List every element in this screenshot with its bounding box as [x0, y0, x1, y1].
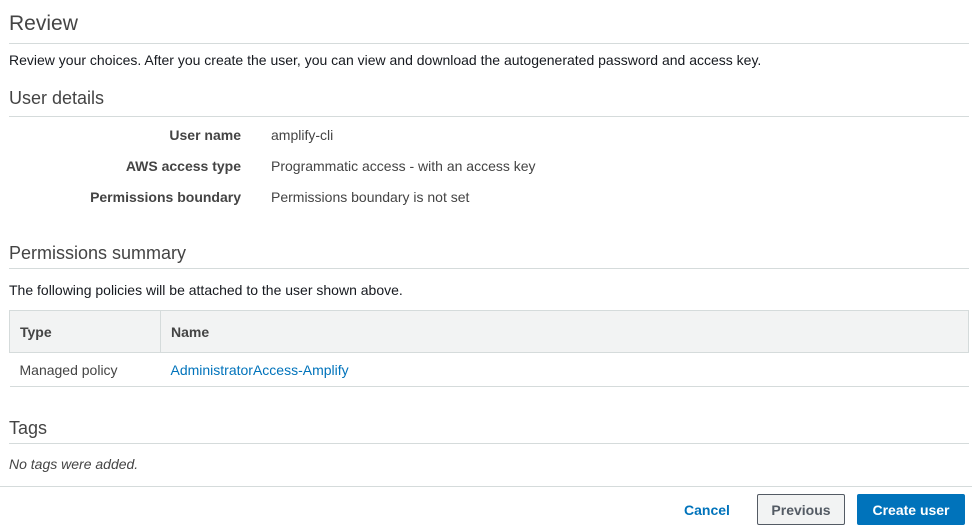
policies-table: Type Name Managed policy AdministratorAc…: [9, 310, 969, 387]
review-divider: [9, 43, 969, 44]
column-header-name: Name: [160, 310, 969, 353]
aws-access-type-value: Programmatic access - with an access key: [271, 158, 536, 174]
no-tags-message: No tags were added.: [9, 456, 139, 472]
policy-type-cell: Managed policy: [9, 352, 161, 387]
review-description: Review your choices. After you create th…: [9, 52, 762, 68]
cancel-button[interactable]: Cancel: [684, 502, 730, 518]
permissions-boundary-label: Permissions boundary: [90, 189, 241, 205]
permissions-summary-title: Permissions summary: [9, 243, 187, 263]
review-title: Review: [9, 12, 78, 35]
aws-access-type-label: AWS access type: [125, 158, 241, 174]
column-header-type: Type: [9, 310, 161, 353]
policy-name-link[interactable]: AdministratorAccess-Amplify: [171, 362, 349, 378]
user-details-divider: [9, 116, 969, 117]
tags-divider: [9, 443, 969, 444]
user-name-label: User name: [169, 127, 241, 143]
table-row: Managed policy AdministratorAccess-Ampli…: [9, 352, 969, 387]
tags-title: Tags: [9, 418, 48, 438]
previous-button[interactable]: Previous: [757, 494, 845, 525]
policy-name-cell: AdministratorAccess-Amplify: [160, 352, 969, 387]
create-user-button[interactable]: Create user: [857, 494, 965, 525]
table-header-row: Type Name: [9, 310, 969, 353]
user-details-title: User details: [9, 88, 105, 108]
footer-divider: [0, 486, 972, 487]
permissions-summary-divider: [9, 268, 969, 269]
permissions-summary-description: The following policies will be attached …: [9, 282, 403, 298]
user-name-value: amplify-cli: [271, 127, 334, 143]
permissions-boundary-value: Permissions boundary is not set: [271, 189, 470, 205]
review-page: Review Review your choices. After you cr…: [0, 0, 972, 532]
